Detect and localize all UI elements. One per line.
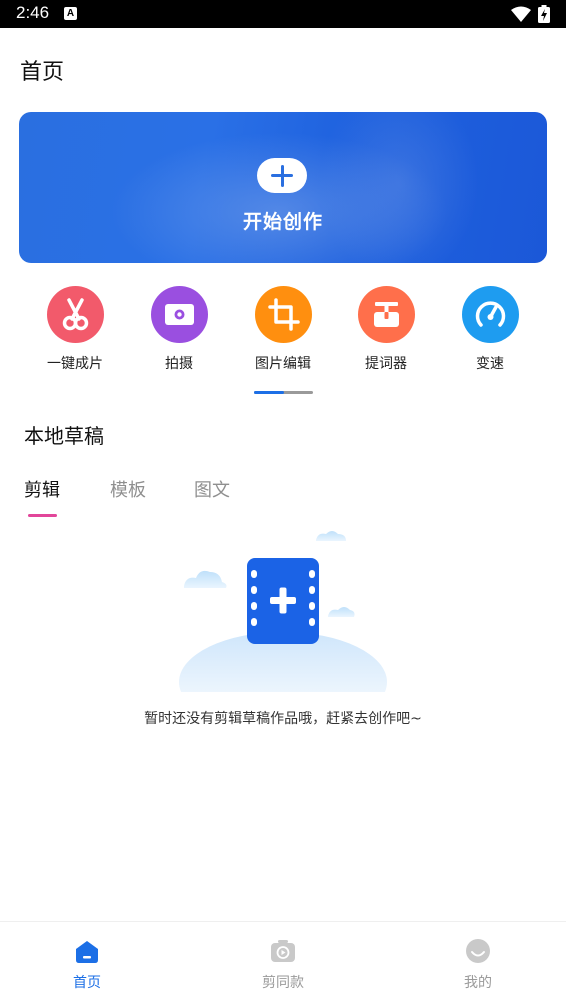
tool-icon-circle (46, 286, 104, 343)
template-play-icon (271, 940, 295, 962)
tool-teleprompter[interactable]: 提词器 (341, 286, 431, 373)
start-creating-label: 开始创作 (242, 211, 323, 233)
local-drafts-title: 本地草稿 (24, 424, 104, 448)
tool-icon-circle (150, 286, 208, 343)
tools-page-indicator (254, 391, 313, 394)
nav-label: 首页 (73, 975, 101, 991)
nav-template[interactable]: 剪同款 (223, 922, 343, 992)
tab-template[interactable]: 模板 (110, 476, 146, 502)
teleprompter-icon (373, 302, 399, 327)
battery-icon (538, 5, 550, 23)
start-creating-banner[interactable]: 开始创作 (19, 112, 547, 263)
crop-icon (267, 298, 300, 331)
tab-image-text[interactable]: 图文 (194, 476, 230, 502)
tool-label: 提词器 (365, 356, 407, 372)
camera-icon (164, 304, 194, 325)
nav-label: 剪同款 (262, 975, 304, 991)
notification-icon: A (64, 7, 77, 20)
scissors-icon (62, 298, 88, 331)
tool-label: 图片编辑 (255, 356, 311, 372)
tool-icon-circle (357, 286, 415, 343)
tab-edit[interactable]: 剪辑 (24, 476, 60, 502)
tool-label: 一键成片 (47, 356, 103, 372)
tool-shoot[interactable]: 拍摄 (134, 286, 224, 373)
bottom-navigation: 首页 剪同款 我的 (0, 921, 566, 1006)
page-title: 首页 (20, 60, 65, 85)
empty-drafts-illustration (179, 531, 387, 692)
tool-one-click-video[interactable]: 一键成片 (30, 286, 120, 373)
banner-background-glow (319, 112, 479, 263)
nav-label: 我的 (464, 975, 492, 991)
add-icon (257, 158, 307, 193)
empty-drafts-message: 暂时还没有剪辑草稿作品哦，赶紧去创作吧~ (144, 711, 422, 727)
tool-speed[interactable]: 变速 (445, 286, 535, 373)
tool-label: 拍摄 (165, 356, 193, 372)
nav-profile[interactable]: 我的 (418, 922, 538, 992)
profile-icon (466, 939, 490, 963)
status-bar: 2:46 A (0, 0, 566, 28)
page-indicator-active (254, 391, 284, 394)
tool-image-edit[interactable]: 图片编辑 (238, 286, 328, 373)
speedometer-icon (475, 301, 505, 327)
active-tab-indicator (28, 514, 57, 517)
status-time: 2:46 (16, 3, 50, 22)
home-icon (76, 941, 98, 963)
wifi-icon (511, 6, 531, 22)
tool-icon-circle (254, 286, 312, 343)
tool-label: 变速 (476, 356, 504, 372)
tool-icon-circle (461, 286, 519, 343)
tool-shortcuts: 一键成片 拍摄 图片编辑 提词器 变速 (0, 286, 566, 376)
nav-home[interactable]: 首页 (27, 922, 147, 992)
